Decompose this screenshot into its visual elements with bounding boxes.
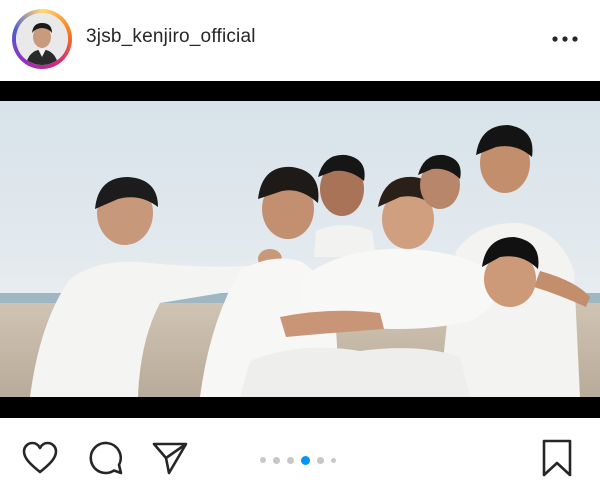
story-ring[interactable] — [12, 9, 72, 69]
share-button[interactable] — [150, 438, 190, 478]
post-photo — [0, 101, 600, 397]
avatar[interactable] — [16, 13, 68, 65]
carousel-dot — [287, 456, 294, 464]
save-button[interactable] — [537, 438, 577, 478]
share-icon — [152, 442, 188, 475]
more-options-button[interactable] — [548, 24, 582, 54]
post-actions-bar — [0, 418, 600, 482]
carousel-dot — [273, 456, 280, 464]
carousel-indicator — [260, 454, 336, 466]
like-button[interactable] — [20, 438, 60, 478]
more-horizontal-icon — [552, 36, 578, 42]
carousel-dot-active — [301, 455, 310, 465]
bookmark-icon — [542, 439, 572, 477]
carousel-dot — [260, 457, 266, 463]
post-header: 3jsb_kenjiro_official — [0, 0, 600, 78]
heart-icon — [22, 441, 58, 474]
comment-button[interactable] — [86, 438, 126, 478]
carousel-dot — [317, 456, 324, 464]
username[interactable]: 3jsb_kenjiro_official — [86, 26, 256, 48]
profile-photo — [16, 13, 68, 65]
comment-icon — [89, 441, 123, 475]
post-media[interactable] — [0, 81, 600, 418]
carousel-dot — [331, 457, 336, 463]
